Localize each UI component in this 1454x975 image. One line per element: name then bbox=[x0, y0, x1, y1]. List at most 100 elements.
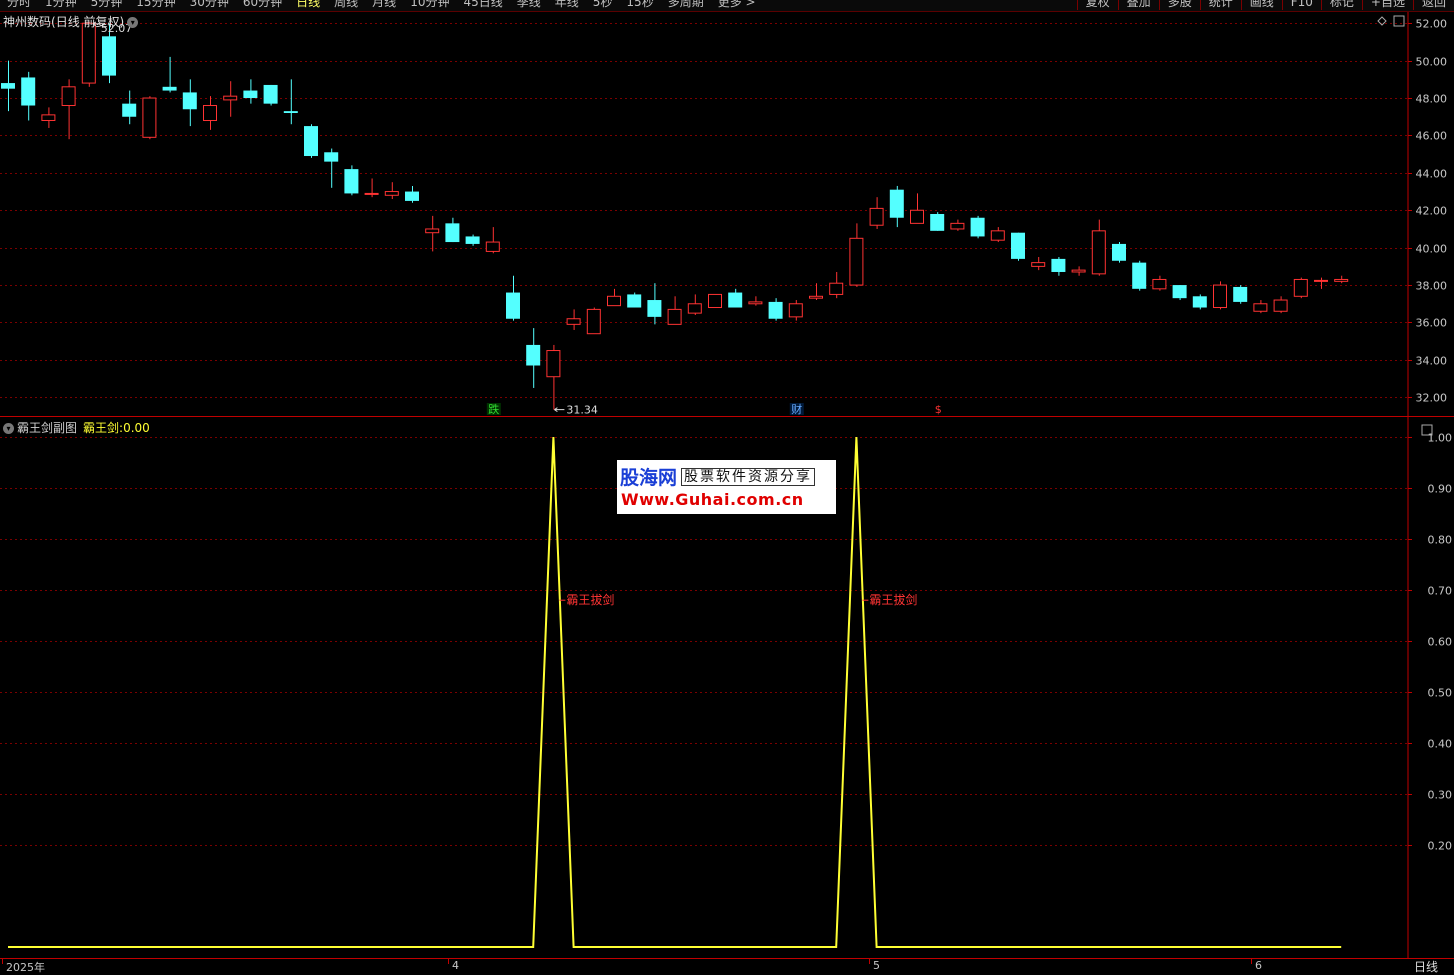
candle-body bbox=[708, 293, 722, 309]
candle-body bbox=[586, 308, 601, 335]
candle-body bbox=[425, 228, 440, 234]
candle bbox=[61, 79, 76, 140]
indicator-tick-label: 0.20 bbox=[1428, 840, 1453, 853]
candle bbox=[1253, 300, 1268, 314]
event-badge: 财 bbox=[791, 402, 802, 416]
series-name: 霸王剑: bbox=[83, 421, 124, 435]
candle bbox=[223, 81, 238, 117]
price-tick-label: 50.00 bbox=[1416, 56, 1448, 69]
candle-body bbox=[889, 189, 904, 218]
chevron-down-icon[interactable]: ▾ bbox=[127, 17, 139, 28]
candle-body bbox=[384, 191, 399, 196]
candle-body bbox=[930, 214, 945, 231]
candle bbox=[506, 275, 520, 321]
candle bbox=[849, 223, 864, 287]
indicator-tick-label: 0.70 bbox=[1428, 585, 1453, 598]
series-value: 0.00 bbox=[123, 421, 150, 435]
candle-body bbox=[405, 191, 419, 201]
candle bbox=[1112, 242, 1126, 263]
candle-body bbox=[849, 237, 864, 286]
candle-body bbox=[465, 236, 480, 244]
candle-body bbox=[546, 350, 561, 378]
candle bbox=[1051, 257, 1066, 276]
candle-body bbox=[768, 301, 783, 319]
date-label: 4 bbox=[452, 959, 459, 972]
candle bbox=[1273, 296, 1288, 314]
candle bbox=[445, 217, 460, 243]
candle-body bbox=[1293, 278, 1308, 297]
candle bbox=[364, 178, 379, 198]
indicator-tick-label: 0.40 bbox=[1428, 738, 1453, 751]
candle-body bbox=[61, 86, 76, 107]
date-tick bbox=[1251, 958, 1252, 964]
candle bbox=[1334, 275, 1349, 284]
candle-body bbox=[526, 344, 541, 366]
candle-body bbox=[445, 223, 460, 243]
candle-body bbox=[1213, 284, 1227, 309]
candle bbox=[768, 298, 783, 321]
price-tick-label: 38.00 bbox=[1416, 280, 1448, 293]
candle-body bbox=[829, 282, 844, 295]
candle-body bbox=[1132, 262, 1147, 289]
candle bbox=[1091, 219, 1106, 276]
candle-body bbox=[970, 217, 985, 237]
candle bbox=[1314, 277, 1328, 289]
candle bbox=[81, 21, 96, 87]
candle bbox=[283, 79, 298, 125]
low-marker-label: 31.34 bbox=[566, 404, 598, 417]
candle-body bbox=[506, 292, 520, 319]
candle bbox=[142, 96, 157, 140]
candle bbox=[586, 307, 601, 335]
candle-body bbox=[1233, 286, 1248, 302]
date-tick bbox=[2, 958, 3, 964]
candle-body bbox=[667, 308, 682, 325]
candle bbox=[344, 165, 359, 196]
candle-body bbox=[728, 292, 743, 308]
signal-label: 霸王拔剑 bbox=[869, 592, 917, 607]
candle bbox=[889, 185, 904, 228]
candle bbox=[1192, 294, 1207, 310]
date-label: 5 bbox=[873, 959, 880, 972]
candle-body bbox=[21, 77, 36, 106]
candle-body bbox=[1253, 303, 1268, 312]
candle-body bbox=[182, 92, 197, 110]
candle bbox=[607, 288, 621, 307]
candle bbox=[122, 90, 137, 125]
candle bbox=[869, 197, 884, 229]
candle bbox=[21, 71, 36, 121]
candle bbox=[1132, 260, 1147, 291]
candle-body bbox=[102, 36, 116, 76]
candle-body bbox=[1031, 262, 1046, 267]
candle bbox=[788, 300, 803, 321]
bottom-period-tab[interactable]: 日线 bbox=[1414, 958, 1438, 975]
candle-body bbox=[1071, 269, 1086, 273]
candle bbox=[990, 227, 1005, 243]
candle bbox=[324, 148, 339, 188]
candle bbox=[728, 288, 743, 308]
candle bbox=[384, 182, 399, 200]
candle bbox=[263, 84, 278, 106]
price-panel-title[interactable]: 神州数码(日线 前复权) ▾ bbox=[3, 13, 139, 30]
candle bbox=[182, 79, 197, 127]
chevron-down-icon[interactable]: ▾ bbox=[3, 423, 14, 434]
candle bbox=[910, 193, 924, 224]
candle bbox=[1031, 257, 1046, 271]
candle bbox=[687, 294, 702, 315]
indicator-tick-label: 0.30 bbox=[1428, 789, 1453, 802]
date-axis: 2025年 4 5 6 bbox=[0, 958, 1408, 974]
low-marker-arrow bbox=[554, 407, 565, 413]
indicator-tick-label: 1.00 bbox=[1428, 432, 1453, 445]
candle-body bbox=[627, 294, 642, 308]
candle-body bbox=[1152, 278, 1167, 290]
candle-body bbox=[81, 22, 96, 84]
stock-name: 神州数码 bbox=[3, 15, 52, 29]
window-icon bbox=[1393, 15, 1405, 27]
candle bbox=[950, 219, 965, 231]
candle bbox=[1071, 266, 1086, 276]
candle-body bbox=[1334, 278, 1349, 282]
indicator-tick-label: 0.90 bbox=[1428, 483, 1453, 496]
candle bbox=[829, 271, 844, 299]
indicator-panel-title[interactable]: ▾ 霸王剑副图 霸王剑:0.00 bbox=[3, 419, 150, 436]
candle-body bbox=[485, 241, 500, 252]
candle-body bbox=[223, 95, 238, 101]
